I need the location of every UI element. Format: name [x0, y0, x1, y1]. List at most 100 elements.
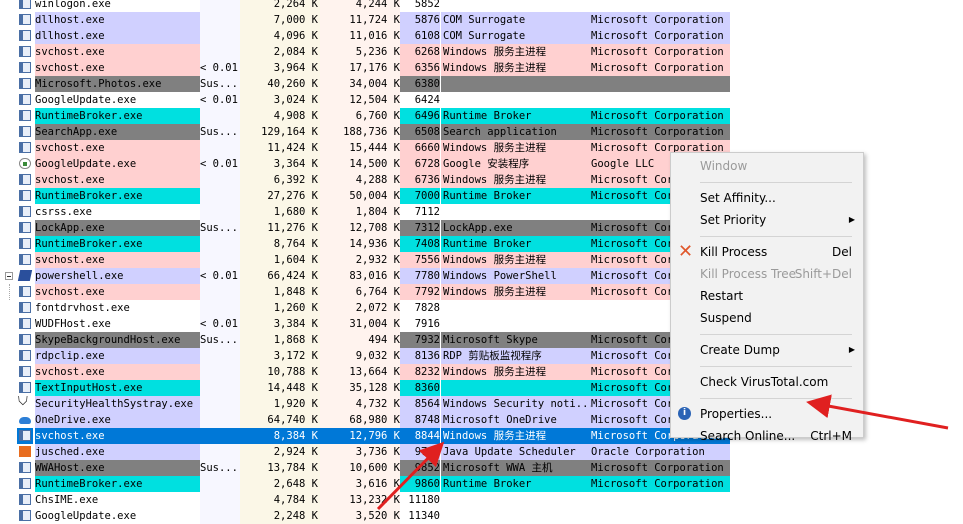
cell-name-text: WWAHost.exe	[35, 462, 105, 474]
table-row[interactable]: GoogleUpdate.exe 2,248 K 3,520 K 11340	[0, 508, 730, 524]
ps-icon	[17, 270, 33, 281]
table-row[interactable]: powershell.exe < 0.01 66,424 K 83,016 K 7780…	[0, 268, 730, 284]
table-row[interactable]: dllhost.exe 7,000 K 11,724 K 5876 COM Surrog…	[0, 12, 730, 28]
menu-item-window: Window	[671, 156, 863, 176]
table-row[interactable]: OneDrive.exe 64,740 K 68,980 K 8748 Microsof…	[0, 412, 730, 428]
table-row[interactable]: svchost.exe 1,604 K 2,932 K 7556 Windows 服务主…	[0, 252, 730, 268]
cell-name: svchost.exe	[35, 140, 200, 156]
cell-ws: 11,724 K	[320, 12, 400, 28]
process-icon-cell	[17, 284, 33, 300]
cell-name: winlogon.exe	[35, 0, 200, 12]
application-icon	[19, 206, 31, 217]
menu-item-suspend[interactable]: Suspend	[671, 308, 863, 328]
cell-priv: 11,424 K	[240, 140, 320, 156]
table-row[interactable]: svchost.exe 10,788 K 13,664 K 8232 Windows 服…	[0, 364, 730, 380]
cell-priv: 129,164 K	[240, 124, 320, 140]
process-icon-cell	[17, 476, 33, 492]
cell-pid: 9740	[400, 444, 440, 460]
table-row[interactable]: fontdrvhost.exe 1,260 K 2,072 K 7828	[0, 300, 730, 316]
tree-connector	[9, 284, 10, 300]
table-row[interactable]: ChsIME.exe 4,784 K 13,232 K 11180	[0, 492, 730, 508]
table-row[interactable]: Microsoft.Photos.exe Sus... 40,260 K 34,004…	[0, 76, 730, 92]
table-row[interactable]: RuntimeBroker.exe 2,648 K 3,616 K 9860 Runti…	[0, 476, 730, 492]
cell-name: svchost.exe	[35, 172, 200, 188]
menu-item-set-affinity[interactable]: Set Affinity...	[671, 188, 863, 208]
menu-item-restart[interactable]: Restart	[671, 286, 863, 306]
table-row[interactable]: svchost.exe 2,084 K 5,236 K 6268 Windows 服务主…	[0, 44, 730, 60]
table-row[interactable]: svchost.exe 6,392 K 4,288 K 6736 Windows 服务主…	[0, 172, 730, 188]
cell-priv-text: 6,392 K	[273, 174, 318, 186]
application-icon	[19, 142, 31, 153]
table-row[interactable]: SearchApp.exe Sus... 129,164 K 188,736 K 650…	[0, 124, 730, 140]
cell-ws-text: 12,504 K	[349, 94, 400, 106]
cell-name-text: winlogon.exe	[35, 0, 111, 10]
table-row[interactable]: GoogleUpdate.exe < 0.01 3,024 K 12,504 K 642…	[0, 92, 730, 108]
cell-priv-text: 129,164 K	[261, 126, 318, 138]
menu-item-check-virustotal[interactable]: Check VirusTotal.com	[671, 372, 863, 392]
table-row[interactable]: jusched.exe 2,924 K 3,736 K 9740 Java Update…	[0, 444, 730, 460]
cell-ws: 6,764 K	[320, 284, 400, 300]
table-row[interactable]: RuntimeBroker.exe 27,276 K 50,004 K 7000 Run…	[0, 188, 730, 204]
cell-pid-text: 9860	[414, 478, 440, 490]
cell-desc-text: RDP 剪贴板监视程序	[443, 350, 542, 362]
table-row[interactable]: winlogon.exe 2,264 K 4,244 K 5852	[0, 0, 730, 12]
cell-priv-text: 14,448 K	[267, 382, 318, 394]
cell-company-text: Microsoft Corporation	[591, 46, 724, 58]
cell-name: svchost.exe	[35, 60, 200, 76]
process-icon-cell	[17, 268, 33, 284]
cell-company	[591, 0, 730, 12]
cell-ws: 31,004 K	[320, 316, 400, 332]
menu-item-set-priority[interactable]: Set Priority ▶	[671, 210, 863, 230]
table-row[interactable]: svchost.exe 8,384 K 12,796 K 8844 Windows 服务…	[0, 428, 730, 444]
menu-item-label: Properties...	[700, 407, 773, 421]
table-row[interactable]: dllhost.exe 4,096 K 11,016 K 6108 COM Surrog…	[0, 28, 730, 44]
application-icon	[19, 190, 31, 201]
cell-company: Oracle Corporation	[591, 444, 730, 460]
cell-pid-text: 7312	[414, 222, 440, 234]
cell-desc: Windows 服务主进程	[441, 60, 593, 76]
cell-priv: 1,868 K	[240, 332, 320, 348]
process-icon-cell	[17, 108, 33, 124]
application-icon	[19, 238, 31, 249]
menu-item-properties[interactable]: i Properties...	[671, 404, 863, 424]
table-row[interactable]: svchost.exe 11,424 K 15,444 K 6660 Windows 服…	[0, 140, 730, 156]
table-row[interactable]: SkypeBackgroundHost.exe Sus... 1,868 K 494 …	[0, 332, 730, 348]
cell-name-text: RuntimeBroker.exe	[35, 110, 143, 122]
table-row[interactable]: GoogleUpdate.exe < 0.01 3,364 K 14,500 K 672…	[0, 156, 730, 172]
cell-cpu-text: Sus...	[200, 126, 238, 138]
cell-cpu-text: < 0.01	[200, 158, 238, 170]
table-row[interactable]: svchost.exe < 0.01 3,964 K 17,176 K 6356 Wind…	[0, 60, 730, 76]
process-icon-cell	[17, 444, 33, 460]
menu-item-search-online[interactable]: Search Online... Ctrl+M	[671, 426, 863, 446]
table-row[interactable]: SecurityHealthSystray.exe 1,920 K 4,732 K 8…	[0, 396, 730, 412]
cell-cpu-text: Sus...	[200, 462, 238, 474]
table-row[interactable]: rdpclip.exe 3,172 K 9,032 K 8136 RDP 剪贴板监视程序…	[0, 348, 730, 364]
cell-priv: 64,740 K	[240, 412, 320, 428]
table-row[interactable]: LockApp.exe Sus... 11,276 K 12,708 K 7312 Loc…	[0, 220, 730, 236]
process-icon-cell	[17, 92, 33, 108]
table-row[interactable]: svchost.exe 1,848 K 6,764 K 7792 Windows 服务主…	[0, 284, 730, 300]
cell-pid: 6268	[400, 44, 440, 60]
table-row[interactable]: RuntimeBroker.exe 4,908 K 6,760 K 6496 Runti…	[0, 108, 730, 124]
cell-desc	[441, 492, 593, 508]
table-row[interactable]: WWAHost.exe Sus... 13,784 K 10,600 K 9852 Mic…	[0, 460, 730, 476]
table-row[interactable]: TextInputHost.exe 14,448 K 35,128 K 8360 Mic…	[0, 380, 730, 396]
menu-item-create-dump[interactable]: Create Dump ▶	[671, 340, 863, 360]
cell-cpu: < 0.01	[200, 92, 240, 108]
cell-priv-text: 1,680 K	[273, 206, 318, 218]
table-row[interactable]: RuntimeBroker.exe 8,764 K 14,936 K 7408 Runt…	[0, 236, 730, 252]
cell-ws-text: 17,176 K	[349, 62, 400, 74]
process-icon-cell	[17, 364, 33, 380]
cell-priv-text: 13,784 K	[267, 462, 318, 474]
table-row[interactable]: csrss.exe 1,680 K 1,804 K 7112	[0, 204, 730, 220]
menu-item-kill-process[interactable]: ✕ Kill Process Del	[671, 242, 863, 262]
cell-desc	[441, 204, 593, 220]
cell-name-text: OneDrive.exe	[35, 414, 111, 426]
application-icon	[19, 478, 31, 489]
cell-priv: 1,848 K	[240, 284, 320, 300]
table-row[interactable]: WUDFHost.exe < 0.01 3,384 K 31,004 K 7916	[0, 316, 730, 332]
process-icon-cell	[17, 28, 33, 44]
tree-collapse-button[interactable]	[5, 272, 13, 280]
cell-pid-text: 11340	[408, 510, 440, 522]
cell-cpu	[200, 396, 240, 412]
